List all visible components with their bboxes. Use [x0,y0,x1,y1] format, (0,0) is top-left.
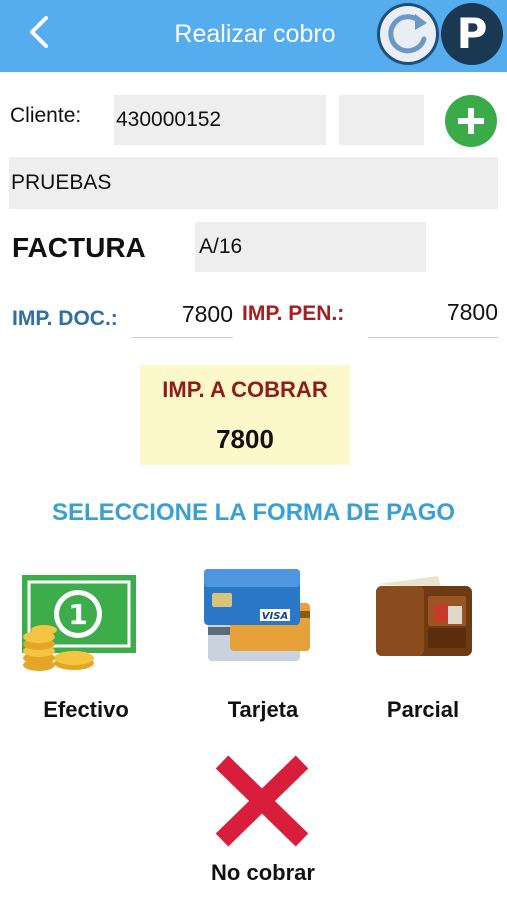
add-cliente-button[interactable] [445,95,497,147]
app-header: Realizar cobro P [0,0,507,72]
parking-button-label: P [456,9,488,58]
imp-cobrar-value: 7800 [216,424,274,454]
back-button[interactable] [22,12,58,52]
cross-icon [215,755,309,847]
payment-method-title: SELECCIONE LA FORMA DE PAGO [51,499,456,526]
imp-cobrar-box[interactable]: IMP. A COBRAR 7800 [140,365,350,465]
imp-doc-value: 7800 [132,298,233,338]
parking-button[interactable]: P [441,3,503,65]
page-title: Realizar cobro [174,20,336,48]
efectivo-button[interactable]: 1 [20,573,138,678]
chevron-left-icon [30,16,48,48]
cliente-code-field[interactable]: 430000152 [114,95,326,145]
sync-button[interactable] [377,3,439,65]
cliente-extra-field[interactable] [339,95,424,145]
imp-doc-label: IMP. DOC.: [12,307,118,330]
factura-value: A/16 [199,235,243,258]
cliente-name-field[interactable]: PRUEBAS [9,157,498,209]
tarjeta-button[interactable]: VISA [198,565,316,670]
imp-cobrar-label: IMP. A COBRAR [162,377,328,402]
tarjeta-label[interactable]: Tarjeta [193,697,333,723]
credit-card-icon: VISA [204,569,310,661]
efectivo-label[interactable]: Efectivo [16,697,156,723]
imp-pen-value: 7800 [368,296,498,338]
svg-text:1: 1 [68,598,87,631]
wallet-icon [376,576,472,656]
no-cobrar-label[interactable]: No cobrar [163,860,363,886]
cliente-label: Cliente: [10,104,82,127]
no-cobrar-button[interactable] [210,752,314,850]
factura-field[interactable]: A/16 [195,222,426,272]
cliente-name-value: PRUEBAS [11,171,112,194]
svg-text:VISA: VISA [262,611,288,622]
cliente-code-value: 430000152 [116,108,222,131]
factura-label: FACTURA [12,232,146,263]
parcial-button[interactable] [372,570,476,665]
cash-icon: 1 [22,575,136,671]
parcial-label[interactable]: Parcial [353,697,493,723]
refresh-icon [380,6,436,62]
imp-pen-label: IMP. PEN.: [242,302,345,325]
